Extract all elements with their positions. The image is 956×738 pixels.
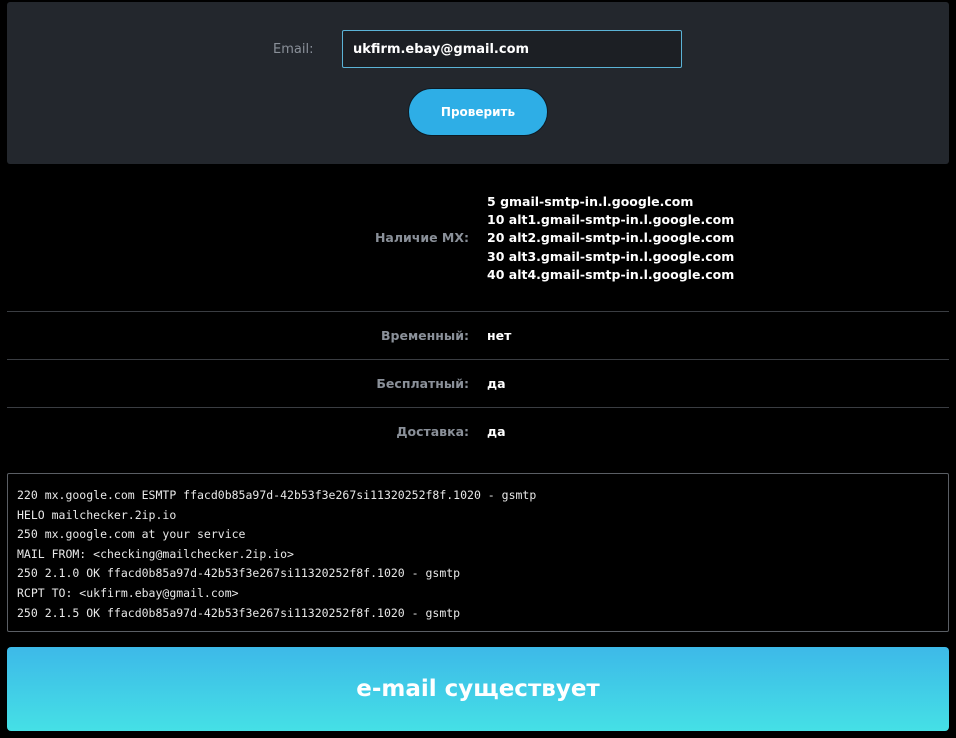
results-table: Наличие MX: 5 gmail-smtp-in.l.google.com… xyxy=(7,164,949,455)
email-label: Email: xyxy=(273,42,314,57)
log-line: 250 mx.google.com at your service xyxy=(17,527,246,542)
delivery-label: Доставка: xyxy=(396,424,469,439)
smtp-log: 220 mx.google.com ESMTP ffacd0b85a97d-42… xyxy=(7,473,949,632)
log-line: RCPT TO: <ukfirm.ebay@gmail.com> xyxy=(17,585,239,600)
free-value: да xyxy=(487,376,506,391)
log-line: HELO mailchecker.2ip.io xyxy=(17,507,177,522)
mx-record: 10 alt1.gmail-smtp-in.l.google.com xyxy=(487,212,735,228)
free-label: Бесплатный: xyxy=(376,376,469,391)
log-line: MAIL FROM: <checking@mailchecker.2ip.io> xyxy=(17,546,294,561)
check-button[interactable]: Проверить xyxy=(408,88,548,136)
email-check-form: Email: Проверить xyxy=(7,2,949,164)
free-row: Бесплатный: да xyxy=(7,360,949,408)
log-line: 250 2.1.0 OK ffacd0b85a97d-42b53f3e267si… xyxy=(17,566,461,581)
log-line: 220 mx.google.com ESMTP ffacd0b85a97d-42… xyxy=(17,488,537,502)
log-line: 250 2.1.5 OK ffacd0b85a97d-42b53f3e267si… xyxy=(17,605,461,620)
temporary-label: Временный: xyxy=(381,328,469,343)
mx-records: 5 gmail-smtp-in.l.google.com 10 alt1.gma… xyxy=(469,164,734,311)
mx-record: 30 alt3.gmail-smtp-in.l.google.com xyxy=(487,248,735,264)
mx-record: 40 alt4.gmail-smtp-in.l.google.com xyxy=(487,266,735,282)
result-banner: e-mail существует xyxy=(7,647,949,731)
temporary-row: Временный: нет xyxy=(7,312,949,360)
temporary-value: нет xyxy=(487,328,512,343)
delivery-value: да xyxy=(487,424,506,439)
mx-record: 20 alt2.gmail-smtp-in.l.google.com xyxy=(487,230,735,246)
delivery-row: Доставка: да xyxy=(7,408,949,455)
mx-row: Наличие MX: 5 gmail-smtp-in.l.google.com… xyxy=(7,164,949,312)
mx-record: 5 gmail-smtp-in.l.google.com xyxy=(487,193,694,209)
email-input[interactable] xyxy=(342,30,682,68)
mx-label: Наличие MX: xyxy=(374,230,469,245)
